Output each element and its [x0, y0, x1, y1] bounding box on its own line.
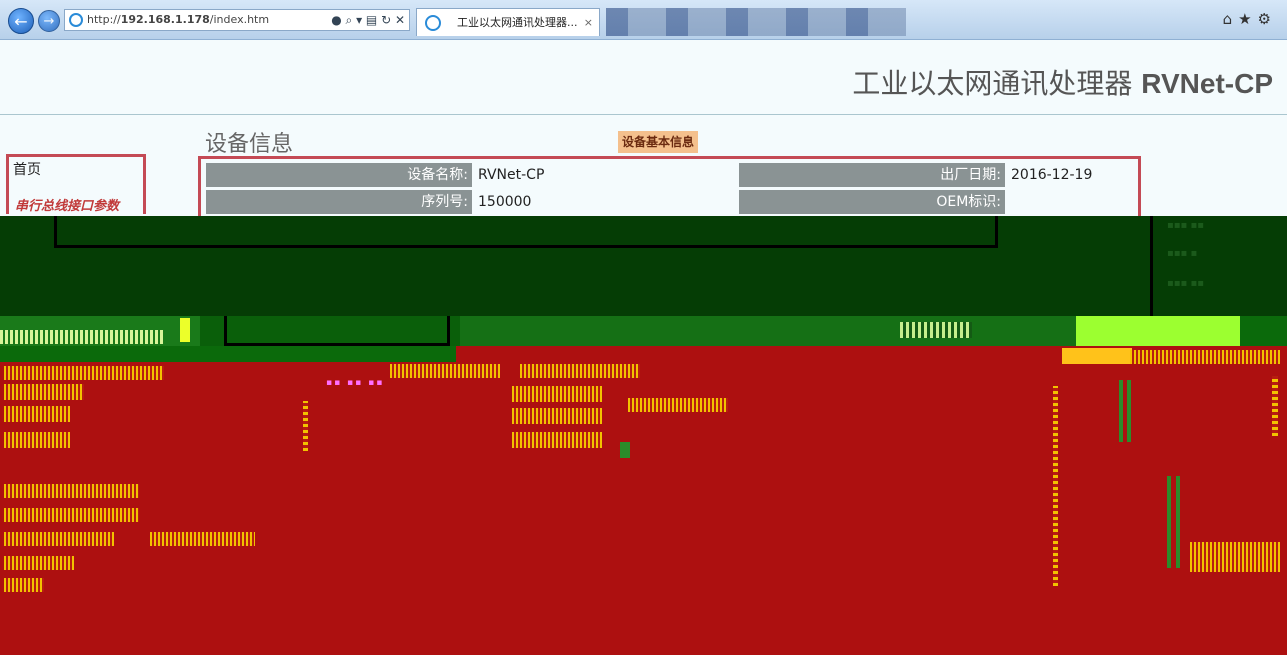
oem-id-value: [1007, 190, 1137, 214]
glitch-pattern: [512, 408, 602, 424]
glitch-pattern: [390, 364, 500, 378]
corrupted-text: ▪▪▪ ▪▪: [1167, 220, 1205, 231]
favorites-star-icon[interactable]: ★: [1238, 10, 1257, 28]
glitch-pattern: [4, 532, 114, 546]
home-icon[interactable]: ⌂: [1223, 10, 1239, 28]
back-button[interactable]: ←: [8, 8, 34, 34]
serial-number-label: 序列号:: [206, 190, 472, 214]
forward-button[interactable]: →: [38, 10, 60, 32]
glitch-pattern: [1176, 476, 1180, 568]
back-arrow-icon: ←: [14, 12, 28, 31]
glitch-pattern: [0, 346, 456, 362]
glitch-pattern: [512, 386, 602, 402]
oem-id-label: OEM标识:: [739, 190, 1005, 214]
section-badge: 设备基本信息: [618, 131, 699, 153]
page-header: 工业以太网通讯处理器 RVNet-CP: [0, 40, 1287, 115]
corrupted-text: ▪▪▪ ▪▪: [1167, 278, 1205, 289]
device-info-table: 设备名称: RVNet-CP 出厂日期: 2016-12-19 序列号: 150…: [198, 156, 1141, 216]
corrupted-frame: [54, 216, 998, 248]
page-title: 工业以太网通讯处理器 RVNet-CP: [852, 62, 1273, 102]
glitch-pattern: [512, 432, 602, 448]
page-title-model: RVNet-CP: [1141, 68, 1273, 99]
browser-toolbar: ← → http://192.168.1.178/index.htm ● ⌕ ▾…: [0, 0, 1287, 40]
section-title: 设备信息: [205, 132, 294, 157]
device-name-label: 设备名称:: [206, 163, 472, 187]
glitch-pattern: [520, 364, 640, 378]
glitch-pattern: [4, 484, 139, 498]
address-tools[interactable]: ● ⌕ ▾ ▤ ↻ ✕: [331, 10, 405, 30]
glitch-pattern: [1119, 380, 1123, 442]
mfg-date-label: 出厂日期:: [739, 163, 1005, 187]
glitch-pattern: [0, 330, 165, 344]
empty-tab-strip: [606, 8, 906, 36]
serial-number-value: 150000: [478, 194, 532, 210]
glitch-pattern: [4, 432, 70, 448]
glitch-pattern: [4, 384, 84, 400]
glitch-pattern: [150, 532, 255, 546]
glitch-pattern: [4, 406, 70, 422]
url-host: 192.168.1.178: [120, 13, 210, 26]
glitch-pattern: [1130, 350, 1280, 364]
glitch-pattern: [224, 316, 450, 346]
glitch-pattern: [4, 366, 164, 380]
glitch-pattern: [1127, 380, 1131, 442]
browser-tab[interactable]: 工业以太网通讯处理器... ×: [416, 8, 600, 36]
nav-item-home[interactable]: 首页: [13, 159, 41, 179]
glitch-pattern: [4, 556, 74, 570]
glitch-pattern: [1190, 542, 1280, 572]
corrupted-sidebar: ▪▪▪ ▪▪ ▪▪▪ ▪ ▪▪▪ ▪▪: [1150, 216, 1287, 316]
mfg-date-value: 2016-12-19: [1011, 167, 1093, 183]
glitch-pattern: [1053, 386, 1058, 586]
forward-arrow-icon: →: [43, 14, 55, 29]
display-corruption-dark: ▪▪▪ ▪▪ ▪▪▪ ▪ ▪▪▪ ▪▪: [0, 216, 1287, 316]
glitch-pattern: [900, 322, 972, 338]
url-path: /index.htm: [209, 13, 270, 26]
tab-title: 工业以太网通讯处理器...: [457, 16, 578, 29]
glitch-pattern: [303, 401, 308, 451]
left-nav: 首页 串行总线接口参数: [6, 154, 146, 214]
glitch-pattern: [620, 442, 630, 458]
glitch-pattern: [4, 578, 44, 592]
glitch-pattern: [4, 508, 139, 522]
address-bar[interactable]: http://192.168.1.178/index.htm ● ⌕ ▾ ▤ ↻…: [64, 9, 410, 31]
settings-gear-icon[interactable]: ⚙: [1258, 10, 1277, 28]
display-corruption-band: [0, 316, 1287, 346]
corrupted-text: ▪▪▪ ▪: [1167, 248, 1198, 259]
page-title-cn: 工业以太网通讯处理器: [852, 67, 1133, 100]
tab-ie-icon: [425, 15, 441, 31]
tab-close-icon[interactable]: ×: [584, 9, 593, 37]
device-name-value: RVNet-CP: [478, 167, 545, 183]
ie-page-icon: [69, 13, 83, 27]
glitch-pattern: [180, 318, 190, 342]
glitch-pattern: [628, 398, 728, 412]
display-corruption-red: ▪▪ ▪▪ ▪▪: [0, 346, 1287, 655]
glitch-pattern: [1272, 376, 1278, 436]
glitch-pattern: ▪▪ ▪▪ ▪▪: [326, 378, 385, 388]
glitch-pattern: [1167, 476, 1171, 568]
nav-item-serial-params[interactable]: 串行总线接口参数: [15, 195, 119, 214]
glitch-pattern: [1062, 348, 1132, 364]
url-prefix: http://: [87, 13, 121, 26]
